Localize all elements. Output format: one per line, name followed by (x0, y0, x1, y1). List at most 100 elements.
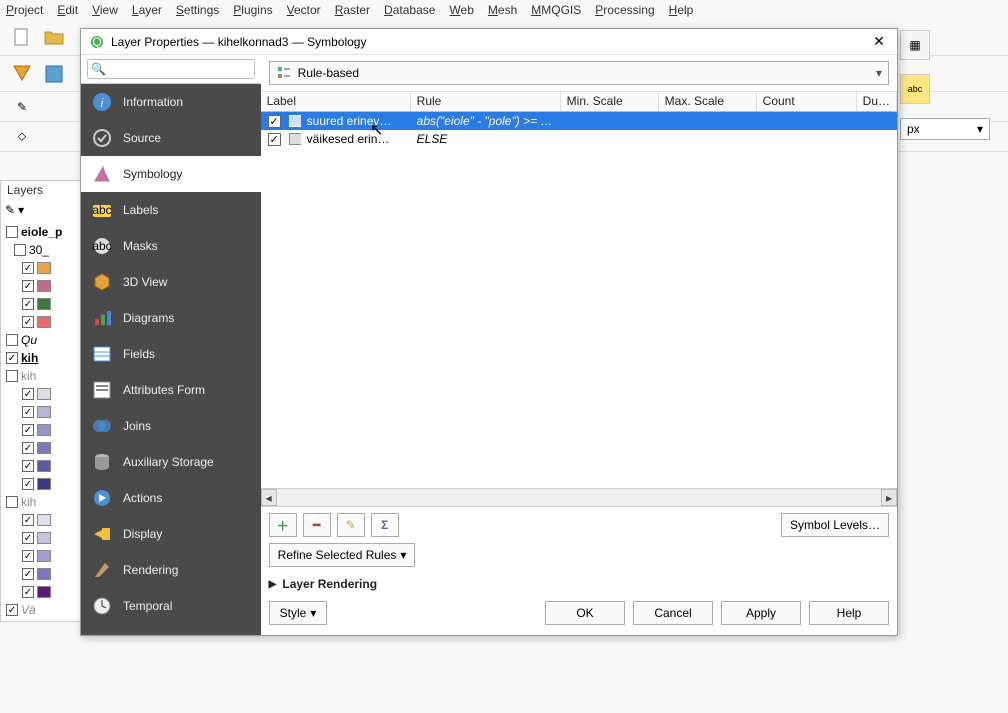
menu-web[interactable]: Web (449, 3, 473, 17)
style-menu-button[interactable]: Style ▾ (269, 601, 328, 625)
open-folder-icon[interactable] (40, 24, 68, 52)
rule-checkbox[interactable]: ✓ (268, 115, 281, 128)
vertex-tool-icon[interactable]: ⬦ (8, 123, 36, 151)
edit-icon[interactable]: ✎ (8, 93, 36, 121)
edit-rule-button[interactable]: ✎ (337, 513, 365, 537)
sidebar-item-joins[interactable]: Joins (81, 408, 261, 444)
menu-project[interactable]: Project (6, 3, 43, 17)
layer-row[interactable]: ✓ (3, 421, 79, 439)
refine-rules-button[interactable]: Refine Selected Rules ▾ (269, 543, 416, 567)
layer-checkbox[interactable]: ✓ (22, 406, 34, 418)
units-dropdown[interactable]: px ▾ (900, 118, 990, 140)
cancel-button[interactable]: Cancel (633, 601, 713, 625)
menu-processing[interactable]: Processing (595, 3, 654, 17)
layer-row[interactable]: eiole_p (3, 223, 79, 241)
layer-checkbox[interactable]: ✓ (22, 478, 34, 490)
help-button[interactable]: Help (809, 601, 889, 625)
sidebar-item-rendering[interactable]: Rendering (81, 552, 261, 588)
sidebar-item-labels[interactable]: abcLabels (81, 192, 261, 228)
col-min-scale[interactable]: Min. Scale (561, 92, 659, 111)
layer-rendering-section[interactable]: ▶ Layer Rendering (261, 573, 897, 595)
layer-checkbox[interactable]: ✓ (22, 586, 34, 598)
sidebar-item-3dview[interactable]: 3D View (81, 264, 261, 300)
rule-row[interactable]: ✓suured erinev…abs("eiole" - "pole") >= … (261, 112, 897, 130)
layer-row[interactable]: ✓ (3, 547, 79, 565)
ok-button[interactable]: OK (545, 601, 625, 625)
layer-checkbox[interactable]: ✓ (22, 280, 34, 292)
layer-row[interactable]: ✓ (3, 313, 79, 331)
layer-row[interactable]: ✓ (3, 529, 79, 547)
sidebar-item-symbology[interactable]: Symbology (81, 156, 261, 192)
sidebar-item-temporal[interactable]: Temporal (81, 588, 261, 624)
layer-checkbox[interactable]: ✓ (22, 568, 34, 580)
layer-checkbox[interactable]: ✓ (22, 460, 34, 472)
layer-checkbox[interactable]: ✓ (22, 298, 34, 310)
sidebar-search-input[interactable] (87, 59, 255, 79)
menu-mesh[interactable]: Mesh (488, 3, 517, 17)
layer-checkbox[interactable]: ✓ (22, 424, 34, 436)
layers-filter-icon[interactable]: ▾ (18, 203, 24, 217)
sidebar-item-source[interactable]: Source (81, 120, 261, 156)
layer-row[interactable]: ✓ (3, 457, 79, 475)
layer-row[interactable]: ✓ (3, 295, 79, 313)
sidebar-item-fields[interactable]: Fields (81, 336, 261, 372)
menu-layer[interactable]: Layer (132, 3, 162, 17)
col-max-scale[interactable]: Max. Scale (659, 92, 757, 111)
sidebar-item-display[interactable]: Display (81, 516, 261, 552)
layer-checkbox[interactable]: ✓ (22, 514, 34, 526)
layer-checkbox[interactable] (6, 370, 18, 382)
menu-edit[interactable]: Edit (57, 3, 78, 17)
layer-checkbox[interactable]: ✓ (22, 262, 34, 274)
layer-checkbox[interactable]: ✓ (6, 604, 18, 616)
layer-row[interactable]: kih (3, 367, 79, 385)
layer-checkbox[interactable]: ✓ (22, 316, 34, 328)
apply-button[interactable]: Apply (721, 601, 801, 625)
layer-checkbox[interactable] (14, 244, 26, 256)
table-icon[interactable]: ▦ (900, 30, 930, 60)
new-project-icon[interactable] (8, 24, 36, 52)
scroll-left-icon[interactable]: ◂ (261, 489, 277, 506)
layer-checkbox[interactable]: ✓ (22, 388, 34, 400)
menu-raster[interactable]: Raster (335, 3, 370, 17)
col-label[interactable]: Label (261, 92, 411, 111)
sidebar-item-masks[interactable]: abcMasks (81, 228, 261, 264)
sidebar-item-actions[interactable]: Actions (81, 480, 261, 516)
remove-rule-button[interactable]: ━ (303, 513, 331, 537)
layers-toolbar-icon[interactable]: ✎ (5, 203, 15, 217)
labels-abc-icon[interactable]: abc (900, 74, 930, 104)
renderer-select[interactable]: Rule-based ▾ (269, 61, 889, 85)
menu-view[interactable]: View (92, 3, 118, 17)
rule-checkbox[interactable]: ✓ (268, 133, 281, 146)
layer-row[interactable]: kih (3, 493, 79, 511)
layer-row[interactable]: ✓ (3, 475, 79, 493)
layer-row[interactable]: ✓ (3, 565, 79, 583)
layer-checkbox[interactable] (6, 226, 18, 238)
sidebar-item-auxstorage[interactable]: Auxiliary Storage (81, 444, 261, 480)
layer-row[interactable]: ✓ (3, 403, 79, 421)
col-count[interactable]: Count (757, 92, 857, 111)
layer-checkbox[interactable] (6, 334, 18, 346)
layer-checkbox[interactable]: ✓ (22, 532, 34, 544)
col-duplicate[interactable]: Du… (857, 92, 897, 111)
layer-row[interactable]: ✓ (3, 385, 79, 403)
sidebar-item-diagrams[interactable]: Diagrams (81, 300, 261, 336)
layer-row[interactable]: ✓kih (3, 349, 79, 367)
layer-row[interactable]: ✓ (3, 583, 79, 601)
layer-checkbox[interactable] (6, 496, 18, 508)
layer-row[interactable]: Qu (3, 331, 79, 349)
menu-settings[interactable]: Settings (176, 3, 219, 17)
menu-database[interactable]: Database (384, 3, 435, 17)
layer-row[interactable]: ✓ (3, 439, 79, 457)
scroll-right-icon[interactable]: ▸ (881, 489, 897, 506)
add-raster-icon[interactable] (40, 60, 68, 88)
layer-row[interactable]: ✓ (3, 277, 79, 295)
layer-row[interactable]: ✓ (3, 511, 79, 529)
menu-plugins[interactable]: Plugins (233, 3, 272, 17)
layer-checkbox[interactable]: ✓ (6, 352, 18, 364)
layer-row[interactable]: ✓ (3, 259, 79, 277)
rule-row[interactable]: ✓väikesed erin…ELSE (261, 130, 897, 148)
sidebar-item-attributesform[interactable]: Attributes Form (81, 372, 261, 408)
add-rule-button[interactable]: ＋ (269, 513, 297, 537)
count-features-button[interactable]: Σ (371, 513, 399, 537)
menu-help[interactable]: Help (669, 3, 694, 17)
